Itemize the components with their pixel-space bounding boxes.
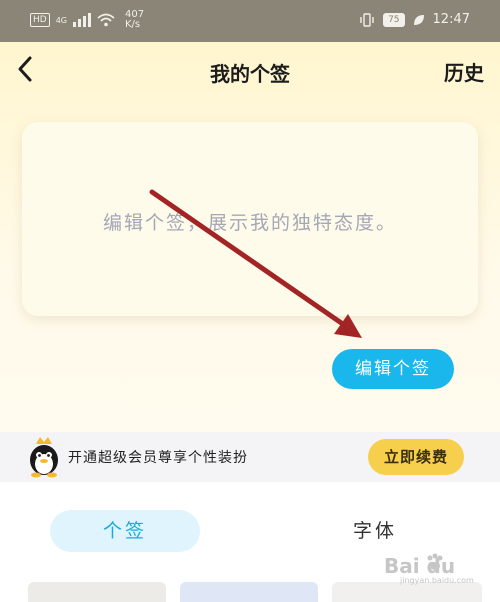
vip-promo-text: 开通超级会员尊享个性装扮	[68, 450, 248, 466]
battery-indicator: 75	[383, 12, 405, 27]
vibrate-icon	[360, 12, 374, 27]
signature-style-thumbnail[interactable]	[28, 582, 166, 602]
tab-font[interactable]: 字体	[330, 510, 420, 552]
status-left: HD 4G 407 K/s	[30, 10, 144, 30]
status-bar: HD 4G 407 K/s 75 12:47	[0, 0, 500, 42]
signature-style-thumbnail[interactable]	[332, 582, 482, 602]
page-title: 我的个签	[210, 62, 290, 86]
signal-icon	[73, 13, 91, 27]
signature-editor-card[interactable]: 编辑个签，展示我的独特态度。	[22, 122, 478, 316]
renew-button[interactable]: 立即续费	[368, 439, 464, 475]
vip-banner[interactable]: 开通超级会员尊享个性装扮 立即续费	[0, 432, 500, 482]
net-speed: 407 K/s	[125, 10, 144, 30]
network-type: 4G	[55, 15, 67, 25]
qq-penguin-icon	[30, 437, 58, 478]
hd-badge: HD	[30, 13, 50, 27]
watermark-sub: jingyan.baidu.com	[400, 576, 474, 585]
watermark-brand: Bai du	[384, 554, 456, 578]
clock: 12:47	[432, 12, 470, 27]
baidu-watermark: Bai du jingyan.baidu.com	[380, 548, 480, 585]
status-right: 75 12:47	[359, 12, 470, 27]
signature-placeholder: 编辑个签，展示我的独特态度。	[102, 212, 397, 234]
tab-signature[interactable]: 个签	[50, 510, 200, 552]
signature-style-thumbnail[interactable]	[180, 582, 318, 602]
leaf-icon	[413, 14, 424, 25]
edit-signature-button[interactable]: 编辑个签	[332, 349, 454, 389]
history-button[interactable]: 历史	[444, 57, 484, 86]
net-speed-unit: K/s	[125, 19, 141, 30]
wifi-icon	[97, 13, 115, 27]
